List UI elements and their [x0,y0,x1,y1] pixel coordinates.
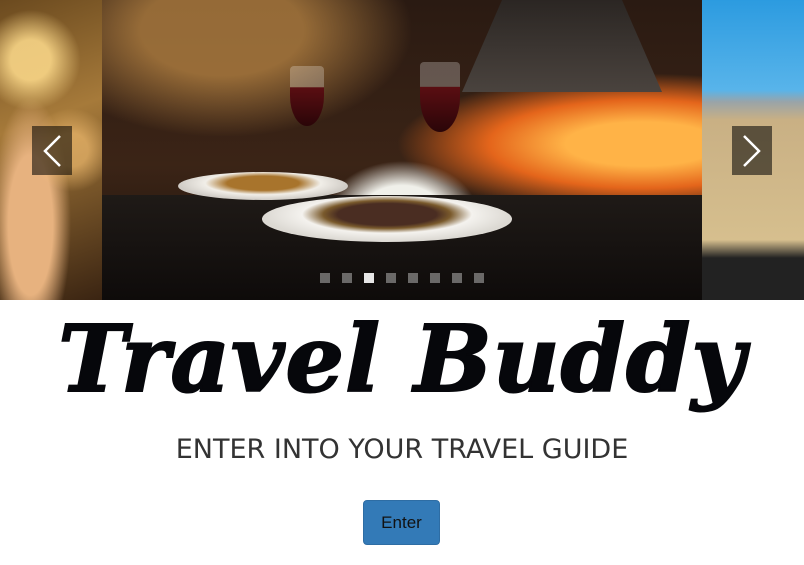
carousel-indicator[interactable] [320,273,330,283]
wine-glass [420,62,460,132]
carousel-prev-button[interactable] [32,126,72,175]
fireplace-hood [462,0,662,92]
carousel-indicator[interactable] [364,273,374,283]
wine-glass [290,66,324,126]
carousel-indicator[interactable] [408,273,418,283]
carousel-indicators [320,273,484,283]
enter-button[interactable]: Enter [363,500,440,545]
image-carousel [0,0,804,300]
chevron-left-icon [43,134,61,167]
carousel-indicator[interactable] [430,273,440,283]
carousel-indicator[interactable] [386,273,396,283]
carousel-next-button[interactable] [732,126,772,175]
carousel-indicator[interactable] [342,273,352,283]
dinner-plate-back [178,172,348,200]
dinner-plate-front [262,196,512,242]
page-title: Travel Buddy [57,304,746,414]
carousel-indicator[interactable] [452,273,462,283]
carousel-slide-active [102,0,702,300]
chevron-right-icon [743,134,761,167]
carousel-indicator[interactable] [474,273,484,283]
page-subtitle: ENTER INTO YOUR TRAVEL GUIDE [175,434,629,465]
